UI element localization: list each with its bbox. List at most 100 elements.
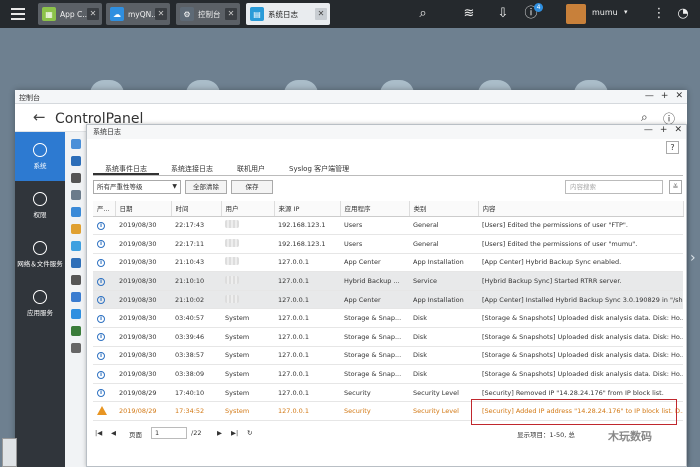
info-icon: i <box>97 277 105 286</box>
row-date: 2019/08/30 <box>115 253 171 273</box>
avatar[interactable] <box>566 4 586 24</box>
sidebar-item-label: 系统 <box>33 162 47 170</box>
next-page-icon[interactable]: ▶ <box>217 429 222 437</box>
sidebar-item-applications[interactable]: 应用服务 <box>15 279 65 328</box>
background-tasks-icon[interactable]: ≋ <box>460 5 478 23</box>
log-table: 严... 日期 时间 用户 来源 IP 应用程序 类别 内容 i 2019/08/… <box>93 201 684 422</box>
row-severity: i <box>93 290 115 310</box>
severity-filter-select[interactable]: 所有严重性等级 ▼ <box>93 180 181 194</box>
first-page-icon[interactable]: |◀ <box>95 429 102 437</box>
row-severity <box>93 401 115 422</box>
search-input[interactable]: 内容搜索 <box>565 180 663 194</box>
close-icon[interactable]: ✕ <box>675 91 683 101</box>
help-button[interactable]: ? <box>666 141 679 154</box>
row-category: Security Level <box>409 401 478 422</box>
column-header-severity[interactable]: 严... <box>93 201 116 217</box>
system-log-icon[interactable] <box>70 309 81 319</box>
column-header-content[interactable]: 内容 <box>478 201 684 217</box>
chevron-down-icon[interactable]: ▾ <box>624 8 628 16</box>
resource-monitor-icon[interactable] <box>70 326 81 336</box>
refresh-icon[interactable]: ↻ <box>247 429 252 437</box>
column-header-source-ip[interactable]: 来源 IP <box>274 201 341 217</box>
row-content: [Storage & Snapshots] Uploaded disk anal… <box>478 346 683 366</box>
sidebar-item-privilege[interactable]: 权限 <box>15 181 65 230</box>
more-options-icon[interactable]: ⋮ <box>650 5 668 23</box>
sidebar-item-label: 权限 <box>33 211 47 219</box>
table-row[interactable]: i 2019/08/30 03:38:09 System 127.0.0.1 Storag… <box>93 364 683 384</box>
table-row[interactable]: i 2019/08/30 03:39:46 System 127.0.0.1 Storag… <box>93 327 683 347</box>
last-page-icon[interactable]: ▶| <box>231 429 238 437</box>
general-settings-icon[interactable] <box>70 139 81 149</box>
control-panel-titlebar[interactable]: 控制台 — + ✕ <box>15 90 687 104</box>
table-row[interactable]: i 2019/08/30 21:10:43 127.0.0.1 App Center Ap… <box>93 253 683 273</box>
sidebar-item-system[interactable]: 系统 <box>15 132 65 181</box>
security-icon[interactable] <box>70 173 81 183</box>
row-user <box>221 216 274 236</box>
close-icon[interactable]: ✕ <box>225 8 237 20</box>
row-content: [Storage & Snapshots] Uploaded disk anal… <box>478 327 683 347</box>
column-header-application[interactable]: 应用程序 <box>340 201 410 217</box>
column-header-category[interactable]: 类别 <box>409 201 479 217</box>
minimize-icon[interactable]: — <box>645 91 654 101</box>
backup-icon[interactable] <box>70 258 81 268</box>
back-arrow-icon[interactable]: ← <box>33 108 46 126</box>
tab-syslog-client[interactable]: Syslog 客户端管理 <box>277 164 361 175</box>
minimize-icon[interactable]: — <box>644 125 653 135</box>
table-row[interactable]: i 2019/08/29 17:40:10 System 127.0.0.1 Securi… <box>93 383 683 403</box>
row-severity: i <box>93 216 115 236</box>
table-row[interactable]: 2019/08/29 17:34:52 System 127.0.0.1 Securit… <box>93 401 683 422</box>
column-header-user[interactable]: 用户 <box>221 201 275 217</box>
power-icon[interactable] <box>70 207 81 217</box>
display-items-label: 显示项目：1-50, 总 <box>517 431 575 439</box>
clear-all-button[interactable]: 全部清除 <box>185 180 227 194</box>
close-icon[interactable]: ✕ <box>155 8 167 20</box>
search-icon[interactable]: ⌕ <box>414 5 432 23</box>
close-icon[interactable]: ✕ <box>87 8 99 20</box>
table-row[interactable]: i 2019/08/30 03:40:57 System 127.0.0.1 Storag… <box>93 308 683 329</box>
external-device-icon[interactable]: ⇩ <box>494 5 512 23</box>
table-row[interactable]: i 2019/08/30 22:17:11 192.168.123.1 Users Gen… <box>93 234 683 254</box>
sidebar-item-network[interactable]: 网络＆文件服务 <box>15 230 65 279</box>
hardware-icon[interactable] <box>70 190 81 200</box>
user-name[interactable]: mumu <box>592 8 618 17</box>
chevron-right-icon[interactable]: › <box>690 250 696 266</box>
row-time: 03:39:46 <box>171 327 221 347</box>
row-user: System <box>221 346 274 366</box>
save-button[interactable]: 保存 <box>231 180 273 194</box>
row-time: 22:17:11 <box>171 234 221 254</box>
row-content: [Storage & Snapshots] Uploaded disk anal… <box>478 364 683 384</box>
maximize-icon[interactable]: + <box>660 125 668 135</box>
previous-page-icon[interactable]: ◀ <box>111 429 116 437</box>
column-header-time[interactable]: 时间 <box>171 201 222 217</box>
system-status-icon[interactable] <box>70 292 81 302</box>
tab-app-center[interactable]: ▦ App C... ✕ <box>38 3 102 25</box>
table-row[interactable]: i 2019/08/30 03:38:57 System 127.0.0.1 Storag… <box>93 346 683 366</box>
tab-system-log[interactable]: ▤ 系统日志 ✕ <box>246 3 330 25</box>
close-icon[interactable]: ✕ <box>315 8 327 20</box>
table-row[interactable]: i 2019/08/30 22:17:43 192.168.123.1 Users Gen… <box>93 216 683 236</box>
tab-myqnapcloud[interactable]: ☁ myQN... ✕ <box>106 3 170 25</box>
external-device-icon[interactable] <box>70 275 81 285</box>
search-icon[interactable]: ⌕ <box>641 110 648 125</box>
tab-system-event-log[interactable]: 系统事件日志 <box>93 164 159 175</box>
tab-system-connection-log[interactable]: 系统连接日志 <box>159 164 225 175</box>
system-log-titlebar[interactable]: 系统日志 — + ✕ <box>87 125 686 139</box>
advanced-filter-icon[interactable]: ≚ <box>669 180 682 194</box>
notification-center-icon[interactable] <box>70 224 81 234</box>
table-row[interactable]: i 2019/08/30 21:10:02 127.0.0.1 App Center Ap… <box>93 290 683 310</box>
maximize-icon[interactable]: + <box>661 91 669 101</box>
row-source-ip: 127.0.0.1 <box>274 327 340 347</box>
tab-control-panel[interactable]: ⚙ 控制台 ✕ <box>176 3 240 25</box>
pagination-bar: |◀ ◀ 页面 1 /22 ▶ ▶| ↻ 显示项目：1-50, 总 <box>93 426 683 442</box>
tab-online-users[interactable]: 联机用户 <box>225 164 277 175</box>
column-header-date[interactable]: 日期 <box>115 201 172 217</box>
trash-icon[interactable] <box>2 438 17 467</box>
dashboard-icon[interactable]: ◔ <box>674 5 692 23</box>
close-icon[interactable]: ✕ <box>674 125 682 135</box>
firmware-icon[interactable] <box>70 241 81 251</box>
license-icon[interactable] <box>70 343 81 353</box>
page-number-input[interactable]: 1 <box>151 427 187 439</box>
storage-icon[interactable] <box>70 156 81 166</box>
main-menu-button[interactable] <box>6 4 30 24</box>
table-row[interactable]: i 2019/08/30 21:10:10 127.0.0.1 Hybrid Backu… <box>93 271 683 291</box>
